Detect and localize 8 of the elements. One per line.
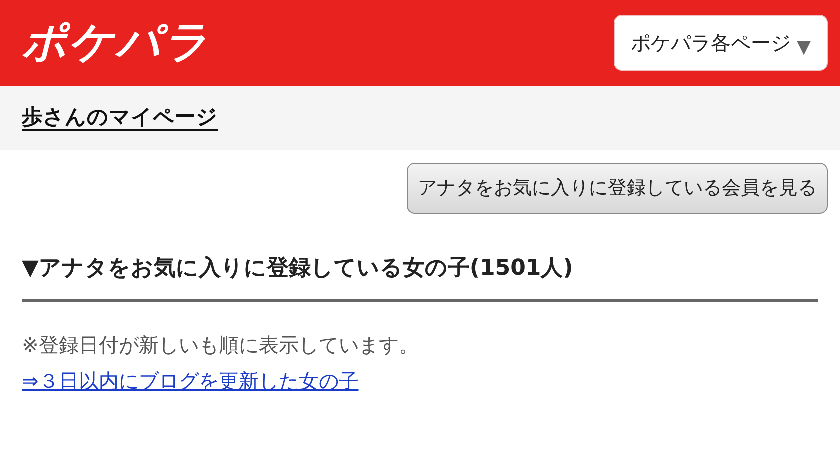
section-heading: ▼アナタをお気に入りに登録している女の子(1501人) bbox=[22, 252, 818, 302]
menu-dropdown[interactable]: ポケパラ各ページ ▼ bbox=[614, 15, 828, 71]
caret-icon: ▼ bbox=[797, 34, 811, 60]
recent-blog-link[interactable]: ⇒３日以内にブログを更新した女の子 bbox=[22, 366, 359, 396]
my-page-link[interactable]: 歩さんのマイページ bbox=[22, 102, 218, 134]
logo[interactable]: ポケパラ bbox=[22, 21, 210, 65]
sort-note: ※登録日付が新しいも順に表示しています。 bbox=[22, 332, 419, 358]
view-members-button[interactable]: アナタをお気に入りに登録している会員を見る bbox=[407, 163, 828, 214]
